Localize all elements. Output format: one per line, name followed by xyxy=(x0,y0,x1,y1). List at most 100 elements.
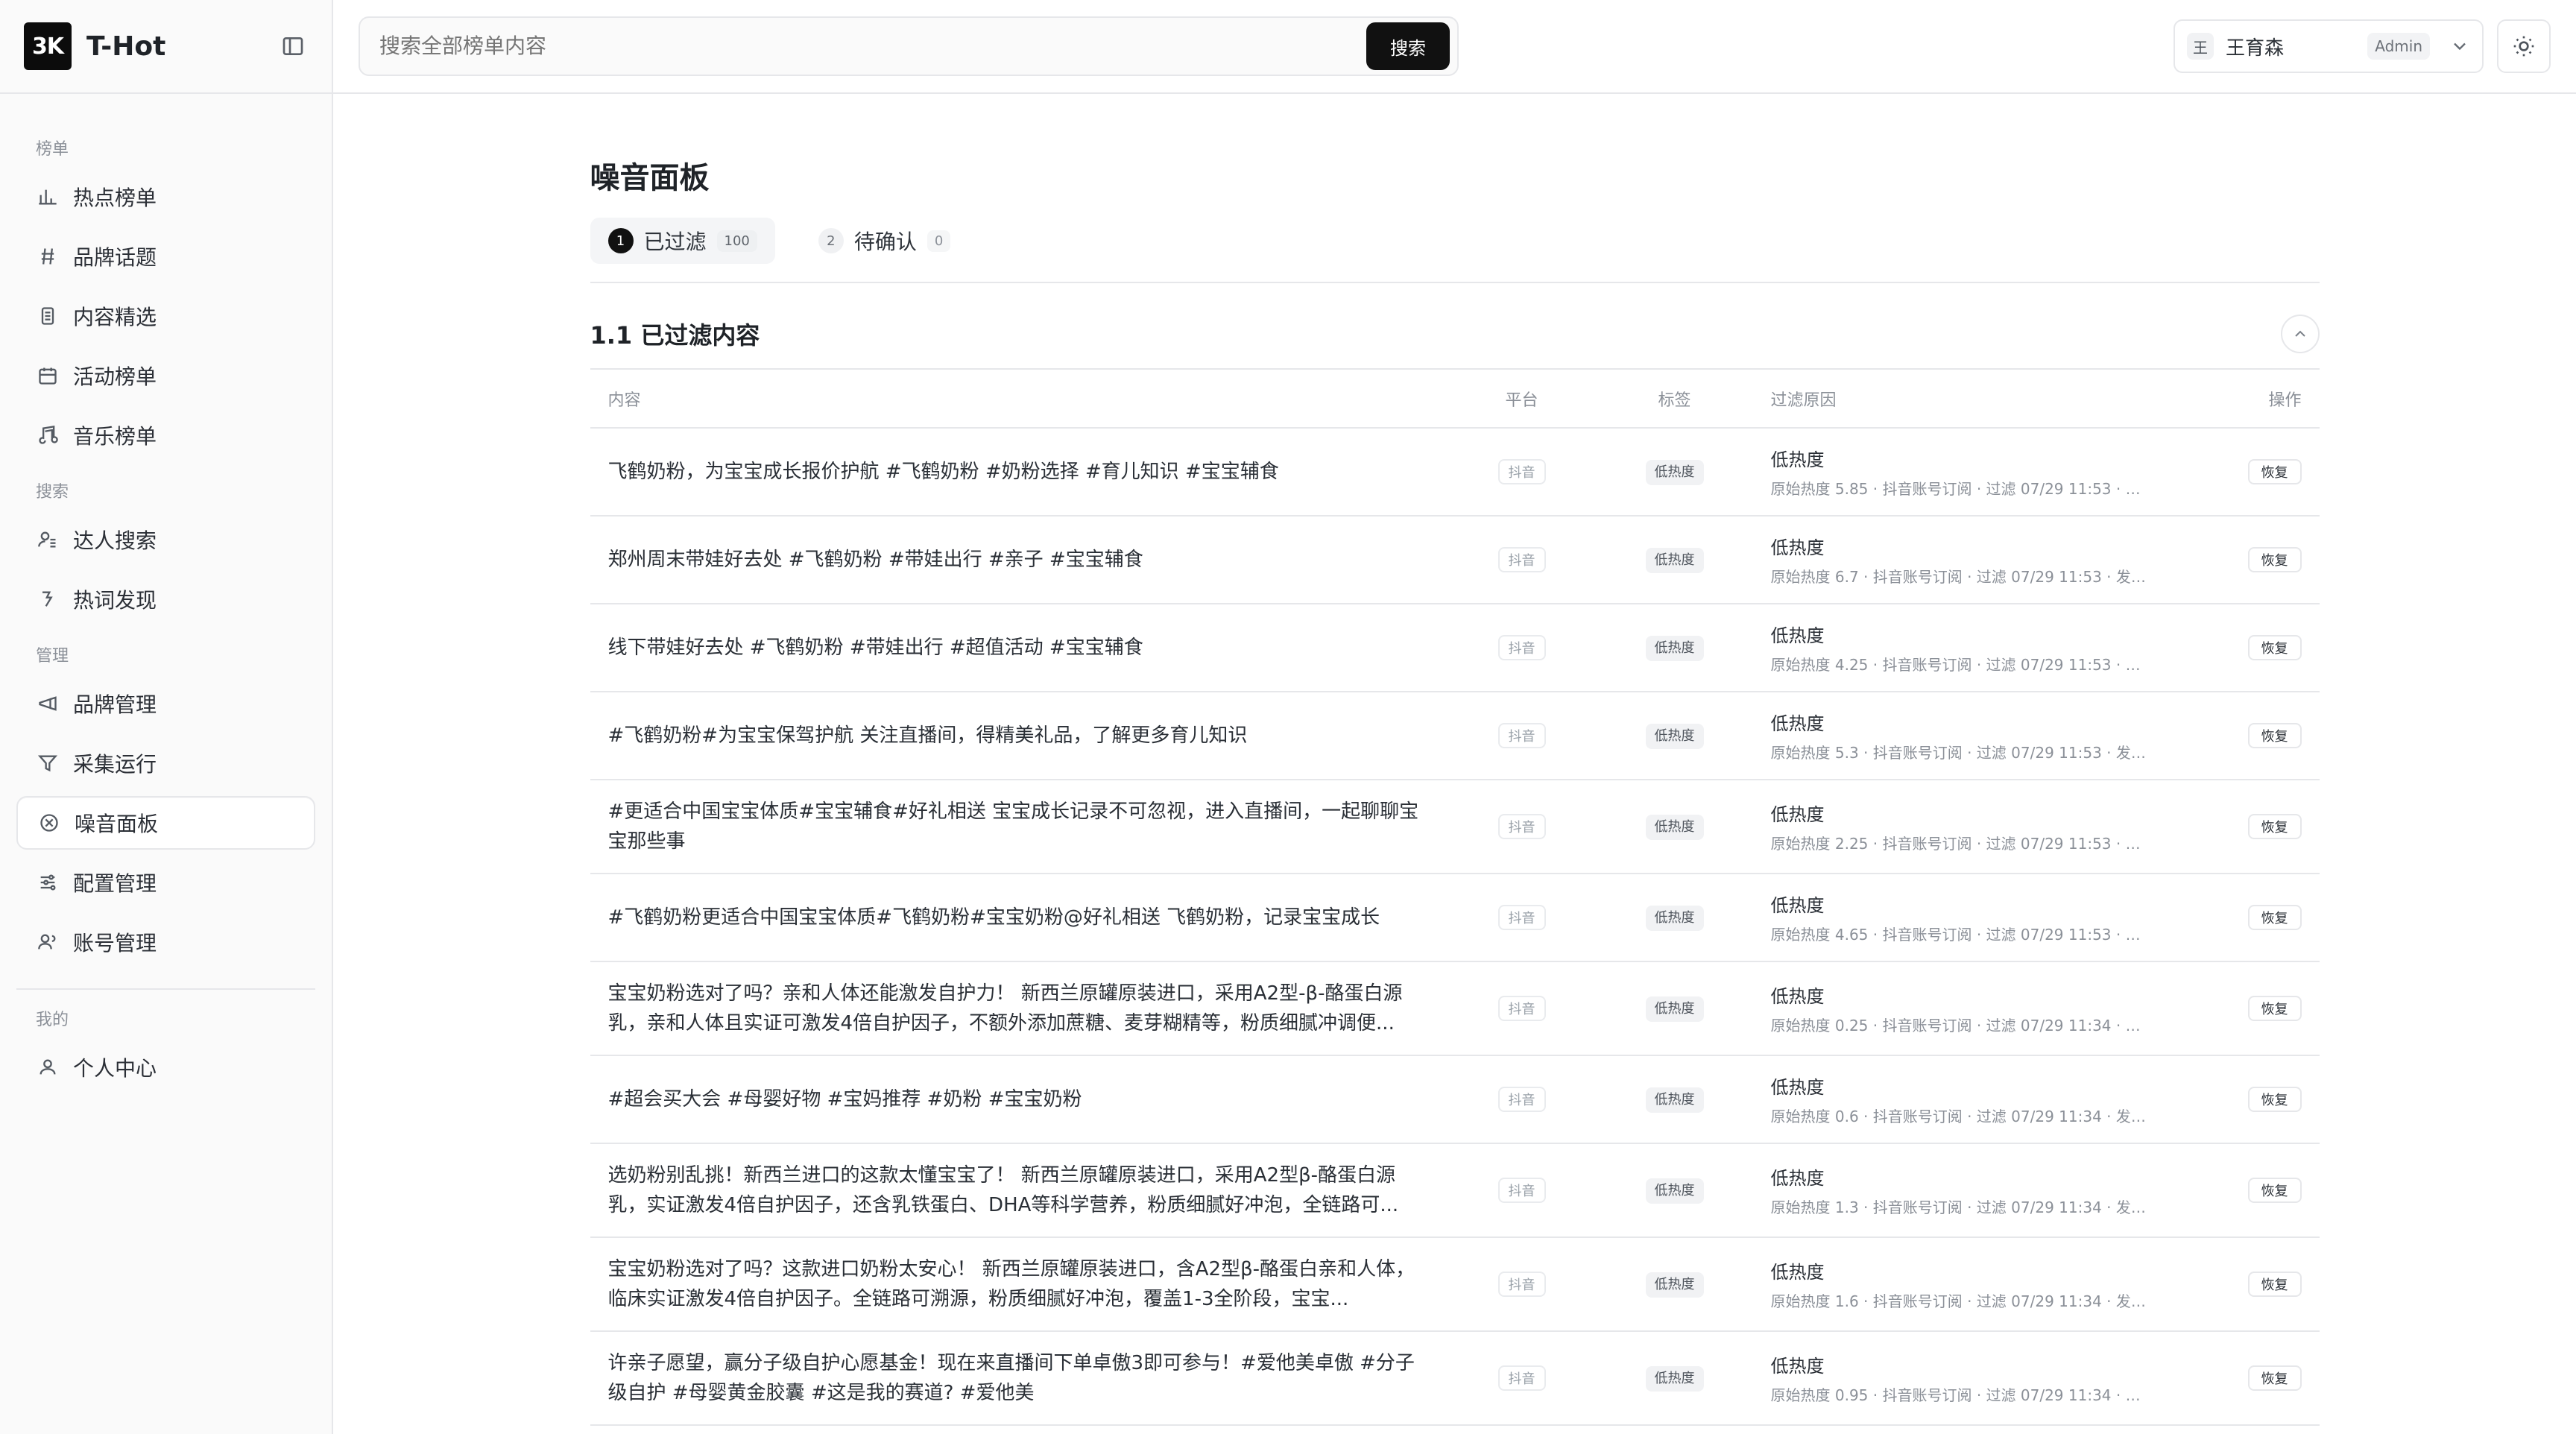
column-header-content: 内容 xyxy=(590,370,1448,429)
tag-badge: 低热度 xyxy=(1645,1272,1704,1298)
nav-section-search: 搜索 达人搜索 热词发现 xyxy=(16,478,315,626)
table-row: 宝宝奶粉选对了吗？亲和人体还能激发自护力！ 新西兰原罐原装进口，采用A2型-β-… xyxy=(590,961,2320,1056)
document-icon xyxy=(36,304,60,328)
nav-section-lists: 榜单 热点榜单 品牌话题 内容精选 活动榜单 音乐榜单 xyxy=(16,136,315,462)
sidebar-item-brand-manage[interactable]: 品牌管理 xyxy=(16,677,315,730)
search-button[interactable]: 搜索 xyxy=(1366,22,1450,70)
sidebar-item-label: 品牌话题 xyxy=(73,245,157,270)
nav-section-title: 我的 xyxy=(36,1011,69,1029)
sidebar-item-content-pick[interactable]: 内容精选 xyxy=(16,289,315,343)
table-row: #飞鹤奶粉#为宝宝保驾护航 关注直播间，得精美礼品，了解更多育儿知识 抖音 低热… xyxy=(590,692,2320,780)
sidebar-item-noise-panel[interactable]: 噪音面板 xyxy=(16,796,315,850)
reason-title: 低热度 xyxy=(1770,1077,1825,1098)
table-row: 郑州周末带娃好去处 #飞鹤奶粉 #带娃出行 #亲子 #宝宝辅食 抖音 低热度 低… xyxy=(590,516,2320,604)
tag-badge: 低热度 xyxy=(1645,723,1704,749)
row-content: 许亲子愿望，赢分子级自护心愿基金！现在来直播间下单卓傲3即可参与！#爱他美卓傲 … xyxy=(607,1352,1415,1404)
tag-badge: 低热度 xyxy=(1645,1178,1704,1204)
restore-button[interactable]: 恢复 xyxy=(2247,1272,2302,1297)
sidebar-nav: 榜单 热点榜单 品牌话题 内容精选 活动榜单 音乐榜单 搜索 达人搜索 热词发现… xyxy=(0,94,332,1125)
nav-section-title: 搜索 xyxy=(36,483,69,502)
column-header-actions: 操作 xyxy=(2170,370,2320,429)
row-content: 线下带娃好去处 #飞鹤奶粉 #带娃出行 #超值活动 #宝宝辅食 xyxy=(607,637,1143,659)
theme-toggle-button[interactable] xyxy=(2497,19,2551,73)
reason-meta: 原始热度 1.3 · 抖音账号订阅 · 过滤 07/29 11:34 · 发布 … xyxy=(1770,1198,2153,1216)
row-content: #超会买大会 #母婴好物 #宝妈推荐 #奶粉 #宝宝奶粉 xyxy=(607,1088,1082,1111)
filter-icon xyxy=(36,751,60,775)
restore-button[interactable]: 恢复 xyxy=(2247,905,2302,930)
topbar-right: 王 王育森 Admin xyxy=(2174,19,2551,73)
role-badge: Admin xyxy=(2367,33,2430,60)
nav-section-mine: 我的 个人中心 xyxy=(16,1006,315,1094)
tab-pending[interactable]: 2 待确认 0 xyxy=(801,218,968,264)
search-input[interactable] xyxy=(378,34,1366,59)
reason-title: 低热度 xyxy=(1770,986,1825,1007)
tag-badge: 低热度 xyxy=(1645,814,1704,840)
nav-divider xyxy=(16,988,315,990)
table-row: #超会买大会 #母婴好物 #宝妈推荐 #奶粉 #宝宝奶粉 抖音 低热度 低热度 … xyxy=(590,1055,2320,1144)
reason-meta: 原始热度 2.25 · 抖音账号订阅 · 过滤 07/29 11:53 · 发布… xyxy=(1770,835,2153,853)
platform-badge: 抖音 xyxy=(1497,723,1546,748)
row-content: #飞鹤奶粉更适合中国宝宝体质#飞鹤奶粉#宝宝奶粉@好礼相送 飞鹤奶粉，记录宝宝成… xyxy=(607,906,1380,929)
sidebar-toggle-button[interactable] xyxy=(278,31,308,61)
sidebar-item-label: 内容精选 xyxy=(73,305,157,329)
page-title: 噪音面板 xyxy=(590,161,710,195)
tag-badge: 低热度 xyxy=(1645,459,1704,485)
row-content: #飞鹤奶粉#为宝宝保驾护航 关注直播间，得精美礼品，了解更多育儿知识 xyxy=(607,724,1248,747)
sidebar-item-keyword-discovery[interactable]: 热词发现 xyxy=(16,572,315,626)
count-badge: 0 xyxy=(926,230,951,252)
restore-button[interactable]: 恢复 xyxy=(2247,996,2302,1021)
avatar: 王 xyxy=(2187,33,2214,60)
reason-meta: 原始热度 0.25 · 抖音账号订阅 · 过滤 07/29 11:34 · 发布… xyxy=(1770,1017,2153,1035)
sidebar-item-label: 噪音面板 xyxy=(75,812,159,836)
sidebar-item-collection-run[interactable]: 采集运行 xyxy=(16,736,315,790)
keyword-icon xyxy=(36,587,60,611)
platform-badge: 抖音 xyxy=(1497,1272,1546,1297)
tabs: 1 已过滤 100 2 待确认 0 xyxy=(590,218,2320,264)
reason-title: 低热度 xyxy=(1770,625,1825,646)
table-row: 许亲子愿望，赢分子级自护心愿基金！现在来直播间下单卓傲3即可参与！#爱他美卓傲 … xyxy=(590,1331,2320,1426)
restore-button[interactable]: 恢复 xyxy=(2247,547,2302,572)
sidebar-item-event-list[interactable]: 活动榜单 xyxy=(16,349,315,402)
row-content: 宝宝奶粉选对了吗？亲和人体还能激发自护力！ 新西兰原罐原装进口，采用A2型-β-… xyxy=(607,982,1403,1035)
user-dropdown[interactable]: 王 王育森 Admin xyxy=(2174,19,2484,73)
restore-button[interactable]: 恢复 xyxy=(2247,814,2302,839)
sidebar-item-hot-list[interactable]: 热点榜单 xyxy=(16,170,315,224)
restore-button[interactable]: 恢复 xyxy=(2247,459,2302,484)
sun-icon xyxy=(2513,36,2534,57)
sidebar-item-label: 热点榜单 xyxy=(73,186,157,210)
collapse-button[interactable] xyxy=(2280,315,2320,353)
step-index: 2 xyxy=(818,228,844,253)
sidebar-item-creator-search[interactable]: 达人搜索 xyxy=(16,513,315,566)
table-row: #飞鹤奶粉更适合中国宝宝体质#飞鹤奶粉#宝宝奶粉@好礼相送 飞鹤奶粉，记录宝宝成… xyxy=(590,874,2320,962)
content: 噪音面板 1 已过滤 100 2 待确认 0 1.1 已过滤内容 内容 平台 标… xyxy=(333,94,2576,1426)
brand-logo: 3K xyxy=(24,22,72,70)
sidebar-item-account-manage[interactable]: 账号管理 xyxy=(16,915,315,969)
sidebar-item-music-list[interactable]: 音乐榜单 xyxy=(16,408,315,462)
sidebar-item-label: 账号管理 xyxy=(73,931,157,956)
user-search-icon xyxy=(36,528,60,552)
platform-badge: 抖音 xyxy=(1497,459,1546,484)
tab-filtered[interactable]: 1 已过滤 100 xyxy=(590,218,775,264)
restore-button[interactable]: 恢复 xyxy=(2247,635,2302,660)
sidebar-item-profile[interactable]: 个人中心 xyxy=(16,1040,315,1094)
platform-badge: 抖音 xyxy=(1497,635,1546,660)
restore-button[interactable]: 恢复 xyxy=(2247,1365,2302,1391)
platform-badge: 抖音 xyxy=(1497,814,1546,839)
step-index: 1 xyxy=(607,228,634,253)
restore-button[interactable]: 恢复 xyxy=(2247,723,2302,748)
restore-button[interactable]: 恢复 xyxy=(2247,1087,2302,1112)
search-bar: 搜索 xyxy=(359,16,1459,76)
reason-meta: 原始热度 4.25 · 抖音账号订阅 · 过滤 07/29 11:53 · 发布… xyxy=(1770,656,2153,674)
reason-meta: 原始热度 5.3 · 抖音账号订阅 · 过滤 07/29 11:53 · 发布 … xyxy=(1770,744,2153,762)
tab-label: 已过滤 xyxy=(643,230,707,254)
nav-section-title: 管理 xyxy=(36,647,69,666)
reason-title: 低热度 xyxy=(1770,449,1825,470)
restore-button[interactable]: 恢复 xyxy=(2247,1178,2302,1203)
music-note-icon xyxy=(36,423,60,447)
column-header-platform: 平台 xyxy=(1447,370,1597,429)
calendar-icon xyxy=(36,364,60,388)
sidebar-item-config-manage[interactable]: 配置管理 xyxy=(16,856,315,909)
reason-title: 低热度 xyxy=(1770,804,1825,825)
sidebar-item-brand-topics[interactable]: 品牌话题 xyxy=(16,230,315,283)
sidebar-toggle-icon xyxy=(282,37,303,55)
